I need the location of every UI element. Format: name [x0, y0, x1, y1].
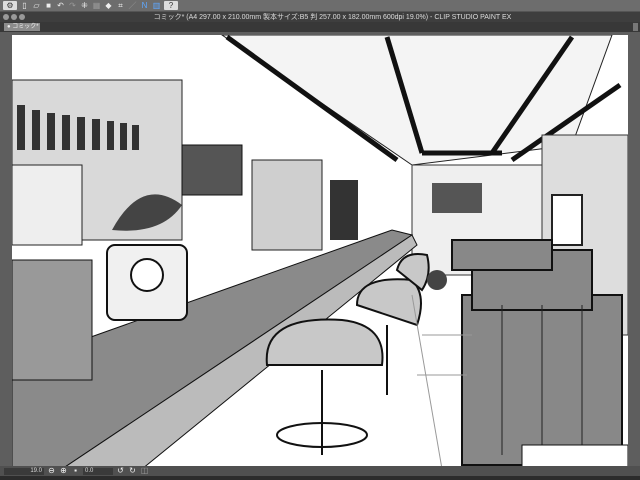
navigator-icon[interactable]: ▪: [71, 467, 80, 476]
tab-comic[interactable]: ● コミック*: [4, 23, 40, 31]
rotation-angle[interactable]: 0.0: [83, 467, 113, 475]
desktop-background: [0, 476, 640, 480]
tab-scroll-button[interactable]: [633, 23, 638, 31]
snap-grid-icon[interactable]: ▥: [152, 1, 161, 10]
snap-ruler-icon[interactable]: ／: [128, 1, 137, 10]
canvas-area[interactable]: [0, 32, 640, 466]
zoom-out-icon[interactable]: ⊖: [47, 467, 56, 476]
save-icon[interactable]: ■: [44, 1, 53, 10]
window-title: コミック* (A4 297.00 x 210.00mm 製本サイズ:B5 判 2…: [153, 14, 512, 21]
new-icon[interactable]: ▯: [20, 1, 29, 10]
zoom-in-icon[interactable]: ⊕: [59, 467, 68, 476]
flip-icon[interactable]: ◫: [140, 467, 149, 476]
clip-studio-menu-icon[interactable]: ⚙: [3, 1, 17, 10]
zoom-level[interactable]: 19.0: [4, 467, 44, 475]
clear-icon[interactable]: ▦: [92, 1, 101, 10]
close-window-button[interactable]: [3, 14, 9, 20]
status-bar: 19.0 ⊖ ⊕ ▪ 0.0 ↺ ↻ ◫: [0, 466, 640, 476]
minimize-window-button[interactable]: [11, 14, 17, 20]
rotate-left-icon[interactable]: ↺: [116, 467, 125, 476]
open-icon[interactable]: ▱: [32, 1, 41, 10]
tab-bar: ● コミック*: [0, 22, 640, 32]
fit-icon[interactable]: ⌗: [116, 1, 125, 10]
undo-icon[interactable]: ↶: [56, 1, 65, 10]
manga-illustration-cafe-interior: [12, 35, 628, 466]
fill-icon[interactable]: ◆: [104, 1, 113, 10]
command-bar: ⚙ ▯ ▱ ■ ↶ ↷ ⁜ ▦ ◆ ⌗ ／ N ▥ ?: [0, 0, 640, 12]
help-icon[interactable]: ?: [164, 1, 178, 10]
rotate-right-icon[interactable]: ↻: [128, 467, 137, 476]
title-bar: コミック* (A4 297.00 x 210.00mm 製本サイズ:B5 判 2…: [0, 12, 640, 22]
snap-special-ruler-icon[interactable]: N: [140, 1, 149, 10]
redo-icon[interactable]: ↷: [68, 1, 77, 10]
transform-icon[interactable]: ⁜: [80, 1, 89, 10]
